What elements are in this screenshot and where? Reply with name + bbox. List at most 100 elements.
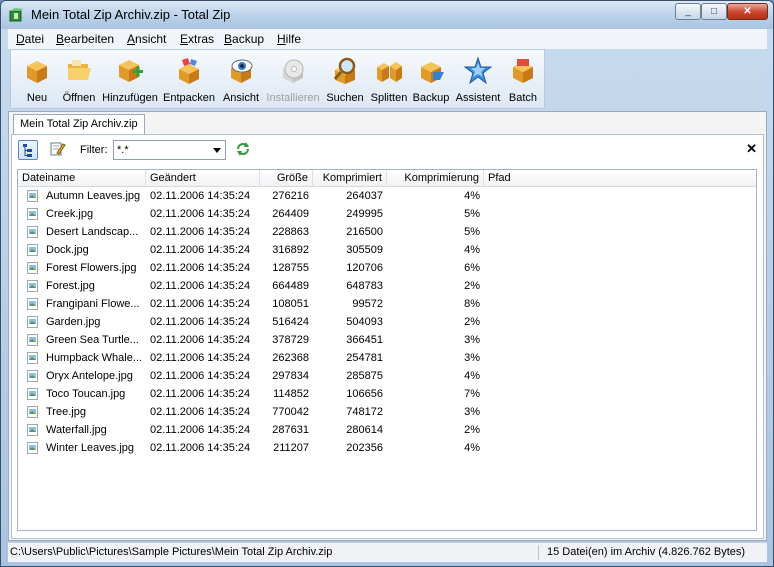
cell-size: 128755 bbox=[272, 262, 309, 274]
menu-datei[interactable]: Datei bbox=[16, 32, 44, 46]
toolbar-search-button[interactable]: Suchen bbox=[324, 52, 366, 107]
toolbar-backup-button[interactable]: Backup bbox=[411, 52, 451, 107]
cell-size: 297834 bbox=[272, 370, 309, 382]
column-header-path[interactable]: Pfad bbox=[484, 170, 756, 186]
cell-size: 211207 bbox=[273, 442, 309, 454]
table-row[interactable]: Desert Landscap... 02.11.2006 14:35:24 228… bbox=[18, 223, 756, 241]
table-row[interactable]: Dock.jpg 02.11.2006 14:35:24 316892 305509 4… bbox=[18, 241, 756, 259]
close-panel-icon[interactable]: ✕ bbox=[746, 141, 757, 157]
table-row[interactable]: Garden.jpg 02.11.2006 14:35:24 516424 50409… bbox=[18, 313, 756, 331]
cell-ratio: 2% bbox=[464, 424, 480, 436]
toolbar-label: Installieren bbox=[266, 92, 320, 104]
cell-ratio: 2% bbox=[464, 316, 480, 328]
table-row[interactable]: Waterfall.jpg 02.11.2006 14:35:24 287631 28… bbox=[18, 421, 756, 439]
cell-name: Oryx Antelope.jpg bbox=[46, 370, 133, 382]
menu-backup[interactable]: Backup bbox=[224, 32, 264, 46]
menu-label: Extras bbox=[180, 32, 215, 46]
menu-ansicht[interactable]: Ansicht bbox=[127, 32, 166, 46]
menu-label: Bearbeiten bbox=[56, 32, 115, 46]
column-header-ratio[interactable]: Komprimierung bbox=[387, 170, 484, 186]
cell-path bbox=[484, 313, 756, 331]
window-title: Mein Total Zip Archiv.zip - Total Zip bbox=[31, 7, 231, 22]
toolbar-split-button[interactable]: Splitten bbox=[367, 52, 411, 107]
column-header-modified[interactable]: Geändert bbox=[146, 170, 260, 186]
toolbar-add-button[interactable]: Hinzufügen bbox=[101, 52, 159, 107]
toolbar-extract-button[interactable]: Entpacken bbox=[162, 52, 216, 107]
menu-extras[interactable]: Extras bbox=[180, 32, 214, 46]
add-box-icon bbox=[119, 60, 143, 82]
close-button[interactable]: ✕ bbox=[727, 3, 768, 20]
cell-modified: 02.11.2006 14:35:24 bbox=[150, 388, 251, 400]
table-row[interactable]: Toco Toucan.jpg 02.11.2006 14:35:24 114852… bbox=[18, 385, 756, 403]
filter-label: Filter: bbox=[80, 144, 108, 156]
title-bar[interactable]: Mein Total Zip Archiv.zip - Total Zip _ … bbox=[1, 1, 773, 29]
menu-label: Ansicht bbox=[127, 32, 167, 46]
refresh-button[interactable] bbox=[234, 140, 254, 160]
cell-compressed: 249995 bbox=[346, 208, 383, 220]
toolbar-new-button[interactable]: Neu bbox=[14, 52, 60, 107]
toolbar-wizard-button[interactable]: Assistent bbox=[453, 52, 503, 107]
table-row[interactable]: Oryx Antelope.jpg 02.11.2006 14:35:24 2978… bbox=[18, 367, 756, 385]
minimize-button[interactable]: _ bbox=[675, 3, 701, 20]
tree-view-button[interactable] bbox=[18, 140, 38, 160]
toolbar-label: Hinzufügen bbox=[102, 92, 158, 104]
status-archive-path: C:\Users\Public\Pictures\Sample Pictures… bbox=[10, 546, 333, 558]
toolbar-label: Assistent bbox=[455, 92, 501, 104]
cell-compressed: 648783 bbox=[346, 280, 383, 292]
cell-ratio: 7% bbox=[464, 388, 480, 400]
cell-ratio: 4% bbox=[464, 442, 480, 454]
image-file-icon bbox=[27, 406, 38, 418]
table-row[interactable]: Humpback Whale... 02.11.2006 14:35:24 2623… bbox=[18, 349, 756, 367]
table-row[interactable]: Forest.jpg 02.11.2006 14:35:24 664489 64878… bbox=[18, 277, 756, 295]
toolbar-view-button[interactable]: Ansicht bbox=[219, 52, 263, 107]
maximize-button[interactable]: □ bbox=[701, 3, 727, 20]
cell-ratio: 5% bbox=[464, 208, 480, 220]
column-header-compressed[interactable]: Komprimiert bbox=[313, 170, 387, 186]
cell-name: Forest Flowers.jpg bbox=[46, 262, 137, 274]
image-file-icon bbox=[27, 262, 38, 274]
cell-name: Toco Toucan.jpg bbox=[46, 388, 126, 400]
table-row[interactable]: Autumn Leaves.jpg 02.11.2006 14:35:24 2762… bbox=[18, 187, 756, 205]
cell-ratio: 6% bbox=[464, 262, 480, 274]
table-row[interactable]: Green Sea Turtle... 02.11.2006 14:35:24 37… bbox=[18, 331, 756, 349]
main-toolbar: Neu Öffnen Hinzufügen Entpacken Ansicht … bbox=[10, 49, 545, 109]
edit-comment-button[interactable] bbox=[48, 140, 68, 160]
cell-path bbox=[484, 421, 756, 439]
table-row[interactable]: Frangipani Flowe... 02.11.2006 14:35:24 10… bbox=[18, 295, 756, 313]
toolbar-batch-button[interactable]: Batch bbox=[503, 52, 543, 107]
toolbar-install-button: Installieren bbox=[264, 52, 322, 107]
cell-modified: 02.11.2006 14:35:24 bbox=[150, 298, 251, 310]
cell-path bbox=[484, 205, 756, 223]
cell-name: Humpback Whale... bbox=[46, 352, 142, 364]
toolbar-label: Suchen bbox=[326, 92, 364, 104]
cell-path bbox=[484, 367, 756, 385]
menu-hilfe[interactable]: Hilfe bbox=[277, 32, 301, 46]
toolbar-label: Ansicht bbox=[222, 92, 260, 104]
toolbar-open-button[interactable]: Öffnen bbox=[58, 52, 100, 107]
archive-workspace: Mein Total Zip Archiv.zip Filter: *.* ✕ bbox=[8, 111, 767, 541]
cell-modified: 02.11.2006 14:35:24 bbox=[150, 352, 251, 364]
column-header-name[interactable]: Dateiname bbox=[18, 170, 146, 186]
document-tab[interactable]: Mein Total Zip Archiv.zip bbox=[13, 114, 145, 135]
menu-bearbeiten[interactable]: Bearbeiten bbox=[56, 32, 114, 46]
cell-compressed: 748172 bbox=[346, 406, 383, 418]
table-row[interactable]: Winter Leaves.jpg 02.11.2006 14:35:24 2112… bbox=[18, 439, 756, 457]
app-logo-icon bbox=[9, 8, 23, 22]
image-file-icon bbox=[27, 298, 38, 310]
image-file-icon bbox=[27, 316, 38, 328]
table-row[interactable]: Tree.jpg 02.11.2006 14:35:24 770042 748172 3… bbox=[18, 403, 756, 421]
menu-label: Backup bbox=[224, 32, 265, 46]
cell-size: 378729 bbox=[272, 334, 309, 346]
column-header-size[interactable]: Größe bbox=[260, 170, 313, 186]
edit-pencil-icon bbox=[50, 142, 66, 156]
chevron-down-icon[interactable] bbox=[213, 148, 221, 153]
app-window: Mein Total Zip Archiv.zip - Total Zip _ … bbox=[0, 0, 774, 567]
extract-box-icon bbox=[179, 58, 199, 84]
table-row[interactable]: Forest Flowers.jpg 02.11.2006 14:35:24 128… bbox=[18, 259, 756, 277]
table-row[interactable]: Creek.jpg 02.11.2006 14:35:24 264409 249995… bbox=[18, 205, 756, 223]
tree-view-icon bbox=[23, 144, 32, 157]
cell-size: 770042 bbox=[272, 406, 309, 418]
cell-name: Creek.jpg bbox=[46, 208, 94, 220]
filter-combobox[interactable]: *.* bbox=[113, 140, 226, 160]
image-file-icon bbox=[27, 370, 38, 382]
